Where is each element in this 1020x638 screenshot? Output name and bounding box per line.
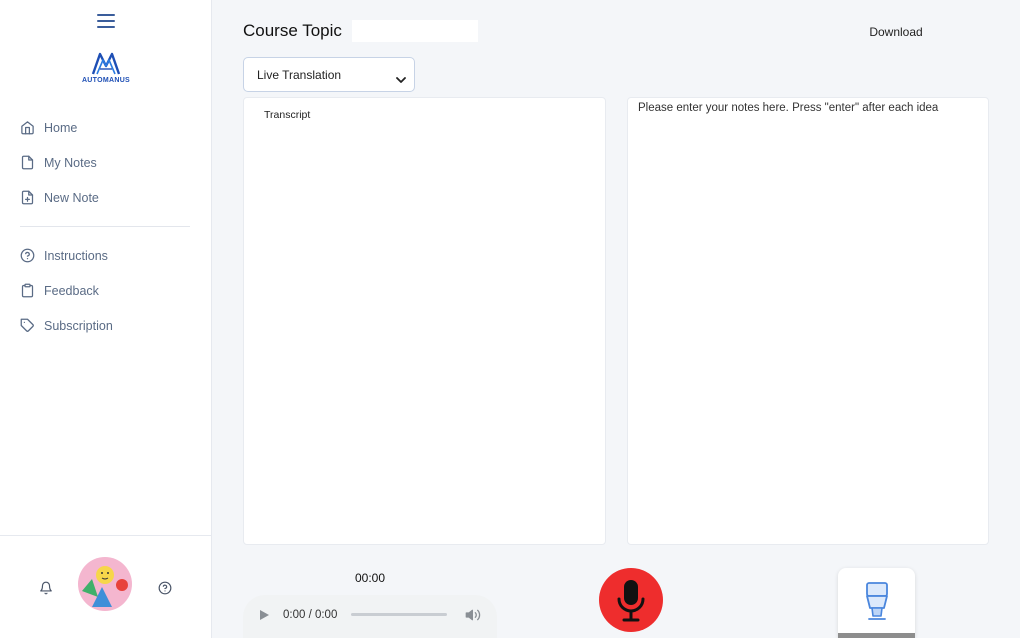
home-icon [20,120,35,135]
help-circle-icon [20,248,35,263]
transcript-label: Transcript [264,109,311,121]
audio-time: 0:00 / 0:00 [283,608,338,621]
audio-player: 0:00 / 0:00 [243,595,497,638]
highlighter-button[interactable] [838,568,915,638]
sidebar: AUTOMANUS Home My Notes New Note Instruc… [0,0,212,638]
download-button[interactable]: Download [855,22,937,42]
file-plus-icon [20,190,35,205]
sidebar-item-new-note[interactable]: New Note [0,180,212,215]
sidebar-item-subscription[interactable]: Subscription [0,308,212,343]
sidebar-item-feedback[interactable]: Feedback [0,273,212,308]
sidebar-item-label: Instructions [44,248,108,263]
sidebar-item-label: My Notes [44,155,97,170]
hamburger-menu-icon[interactable] [97,14,115,30]
sidebar-item-home[interactable]: Home [0,110,212,145]
sidebar-item-label: New Note [44,190,99,205]
play-icon[interactable] [257,608,271,622]
file-icon [20,155,35,170]
volume-icon[interactable] [465,607,481,623]
clipboard-icon [20,283,35,298]
audio-progress-bar[interactable] [351,613,448,616]
sidebar-item-label: Subscription [44,318,113,333]
mode-select[interactable]: Live Translation [243,57,415,92]
notes-placeholder: Please enter your notes here. Press "ent… [638,102,939,114]
transcript-panel: Transcript [243,97,606,545]
tag-icon [20,318,35,333]
logo: AUTOMANUS [76,50,136,92]
page-title: Course Topic [243,21,342,40]
help-icon[interactable] [158,581,172,595]
bell-icon[interactable] [39,581,53,595]
sidebar-footer [0,535,212,638]
sidebar-item-instructions[interactable]: Instructions [0,238,212,273]
course-title-input[interactable] [352,20,478,42]
logo-mark-icon [91,52,121,75]
sidebar-item-label: Feedback [44,283,99,298]
highlighter-icon [865,581,888,620]
avatar[interactable] [78,557,132,611]
sidebar-item-label: Home [44,120,78,135]
record-mic-button[interactable] [599,568,663,632]
sidebar-item-my-notes[interactable]: My Notes [0,145,212,180]
sidebar-nav: Home My Notes New Note Instructions Feed… [0,110,212,343]
microphone-icon [617,580,645,622]
recording-timer: 00:00 [354,571,386,585]
sidebar-divider [20,226,190,227]
notes-textarea[interactable]: Please enter your notes here. Press "ent… [627,97,989,545]
logo-text: AUTOMANUS [81,77,131,84]
mode-select-value: Live Translation [257,67,342,82]
chevron-down-icon [396,71,406,83]
